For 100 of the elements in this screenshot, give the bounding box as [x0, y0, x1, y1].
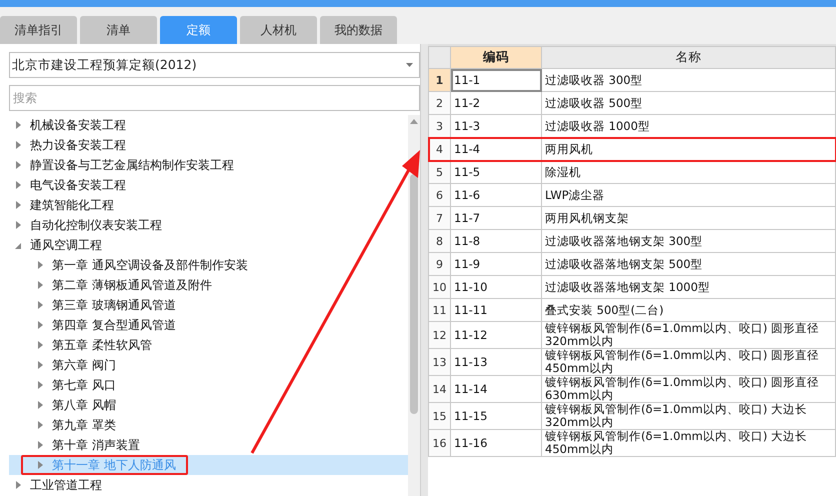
expand-triangle-icon[interactable] — [37, 301, 43, 309]
code-cell[interactable]: 11-7 — [450, 206, 542, 230]
expand-triangle-icon[interactable] — [15, 161, 21, 169]
expand-triangle-icon[interactable] — [15, 141, 21, 149]
scrollbar-thumb[interactable] — [410, 174, 418, 414]
tab[interactable]: 清单 — [80, 16, 157, 44]
tree-item-label: 第十一章 地下人防通风 — [52, 456, 176, 474]
expand-triangle-icon[interactable] — [37, 341, 43, 349]
tree-item-label: 第五章 柔性软风管 — [52, 336, 152, 354]
tree-item-label: 第四章 复合型通风管道 — [52, 316, 176, 334]
tree-item-row[interactable]: 第四章 复合型通风管道 — [9, 315, 408, 335]
row-number: 11 — [428, 298, 450, 322]
name-cell[interactable]: 过滤吸收器 500型 — [542, 92, 836, 114]
tree-item-label: 通风空调工程 — [30, 236, 102, 254]
code-cell[interactable]: 11-16 — [450, 430, 542, 456]
code-cell[interactable]: 11-10 — [450, 276, 542, 298]
tree-item-row[interactable]: 建筑智能化工程 — [9, 195, 408, 215]
row-number: 8 — [428, 230, 450, 252]
tab[interactable]: 人材机 — [240, 16, 317, 44]
expand-triangle-icon[interactable] — [37, 261, 43, 269]
name-cell[interactable]: 过滤吸收器落地钢支架 300型 — [542, 230, 836, 252]
tree-item-row[interactable]: 第一章 通风空调设备及部件制作安装 — [9, 255, 408, 275]
tree-item-row[interactable]: 第八章 风帽 — [9, 395, 408, 415]
tree-item-label: 第六章 阀门 — [52, 356, 116, 374]
row-number: 10 — [428, 276, 450, 298]
name-cell[interactable]: 过滤吸收器落地钢支架 1000型 — [542, 276, 836, 298]
row-number: 5 — [428, 160, 450, 184]
tree-item-row[interactable]: 自动化控制仪表安装工程 — [9, 215, 408, 235]
tree-item-label: 建筑智能化工程 — [30, 196, 114, 214]
code-cell[interactable]: 11-8 — [450, 230, 542, 252]
expand-triangle-icon[interactable] — [37, 441, 43, 449]
name-cell[interactable]: 镀锌钢板风管制作(δ=1.0mm以内、咬口) 圆形直径450mm以内 — [542, 348, 836, 376]
code-cell[interactable]: 11-6 — [450, 184, 542, 206]
code-cell[interactable]: 11-12 — [450, 322, 542, 348]
search-field[interactable]: 搜索 — [9, 85, 420, 111]
tree-item-label: 第二章 薄钢板通风管道及附件 — [52, 276, 212, 294]
tree-item-label: 第三章 玻璃钢通风管道 — [52, 296, 176, 314]
expand-triangle-icon[interactable] — [37, 281, 43, 289]
column-header[interactable]: 编码 — [450, 46, 542, 68]
name-cell[interactable]: 过滤吸收器 300型 — [542, 68, 836, 92]
row-number: 13 — [428, 348, 450, 376]
tree-item-row[interactable]: 热力设备安装工程 — [9, 135, 408, 155]
caret-icon — [406, 63, 413, 67]
name-cell[interactable]: LWP滤尘器 — [542, 184, 836, 206]
code-cell[interactable]: 11-9 — [450, 252, 542, 276]
code-cell[interactable]: 11-14 — [450, 376, 542, 402]
expand-triangle-icon[interactable] — [15, 201, 21, 209]
tree-item-label: 第九章 罩类 — [52, 416, 116, 434]
library-dropdown[interactable]: 北京市建设工程预算定额(2012) — [9, 52, 420, 78]
row-number: 4 — [428, 138, 450, 160]
code-cell[interactable]: 11-13 — [450, 348, 542, 376]
tree-item-row[interactable]: 第六章 阀门 — [9, 355, 408, 375]
tree-item-row[interactable]: 第五章 柔性软风管 — [9, 335, 408, 355]
scroll-up-icon[interactable] — [410, 119, 418, 124]
tree-item-label: 工业管道工程 — [30, 476, 102, 494]
column-header[interactable]: 名称 — [542, 46, 836, 68]
name-cell[interactable]: 镀锌钢板风管制作(δ=1.0mm以内、咬口) 圆形直径630mm以内 — [542, 376, 836, 402]
name-cell[interactable]: 镀锌钢板风管制作(δ=1.0mm以内、咬口) 大边长450mm以内 — [542, 430, 836, 456]
tree-item-row[interactable]: 电气设备安装工程 — [9, 175, 408, 195]
tree-item-label: 第十章 消声装置 — [52, 436, 140, 454]
scrollbar[interactable] — [408, 115, 420, 496]
tree-item-row[interactable]: 第七章 风口 — [9, 375, 408, 395]
tab[interactable]: 清单指引 — [0, 16, 77, 44]
row-number: 6 — [428, 184, 450, 206]
code-cell[interactable]: 11-2 — [450, 92, 542, 114]
code-cell[interactable]: 11-15 — [450, 402, 542, 430]
expand-triangle-icon[interactable] — [37, 401, 43, 409]
tree-item-row[interactable]: 机械设备安装工程 — [9, 115, 408, 135]
expand-triangle-icon[interactable] — [37, 321, 43, 329]
name-cell[interactable]: 镀锌钢板风管制作(δ=1.0mm以内、咬口) 大边长320mm以内 — [542, 402, 836, 430]
row-number: 12 — [428, 322, 450, 348]
expand-triangle-icon[interactable] — [37, 361, 43, 369]
code-cell[interactable]: 11-1 — [450, 68, 542, 92]
tree-item-row[interactable]: 静置设备与工艺金属结构制作安装工程 — [9, 155, 408, 175]
tree-item-row[interactable]: 工业管道工程 — [9, 475, 408, 495]
name-cell[interactable]: 镀锌钢板风管制作(δ=1.0mm以内、咬口) 圆形直径320mm以内 — [542, 322, 836, 348]
row-number: 16 — [428, 430, 450, 456]
tree-item-label: 第八章 风帽 — [52, 396, 116, 414]
expand-triangle-icon[interactable] — [37, 421, 43, 429]
code-cell[interactable]: 11-5 — [450, 160, 542, 184]
tree-item-label: 电气设备安装工程 — [30, 176, 126, 194]
collapse-triangle-icon[interactable] — [15, 241, 21, 249]
expand-triangle-icon[interactable] — [37, 381, 43, 389]
expand-triangle-icon[interactable] — [15, 181, 21, 189]
expand-triangle-icon[interactable] — [37, 461, 43, 469]
code-cell[interactable]: 11-11 — [450, 298, 542, 322]
tree-item-row[interactable]: 第十章 消声装置 — [9, 435, 408, 455]
expand-triangle-icon[interactable] — [15, 481, 21, 489]
name-cell[interactable]: 叠式安装 500型(二台) — [542, 298, 836, 322]
tree-item-row[interactable]: 第三章 玻璃钢通风管道 — [9, 295, 408, 315]
expand-triangle-icon[interactable] — [15, 221, 21, 229]
name-cell[interactable]: 两用风机钢支架 — [542, 206, 836, 230]
tree-item-row[interactable]: 第九章 罩类 — [9, 415, 408, 435]
row-number: 1 — [428, 68, 450, 92]
name-cell[interactable]: 除湿机 — [542, 160, 836, 184]
tree-item-row[interactable]: 通风空调工程 — [9, 235, 408, 255]
tree-item-row[interactable]: 第二章 薄钢板通风管道及附件 — [9, 275, 408, 295]
expand-triangle-icon[interactable] — [15, 121, 21, 129]
name-cell[interactable]: 过滤吸收器落地钢支架 500型 — [542, 252, 836, 276]
tab[interactable]: 我的数据 — [320, 16, 397, 44]
